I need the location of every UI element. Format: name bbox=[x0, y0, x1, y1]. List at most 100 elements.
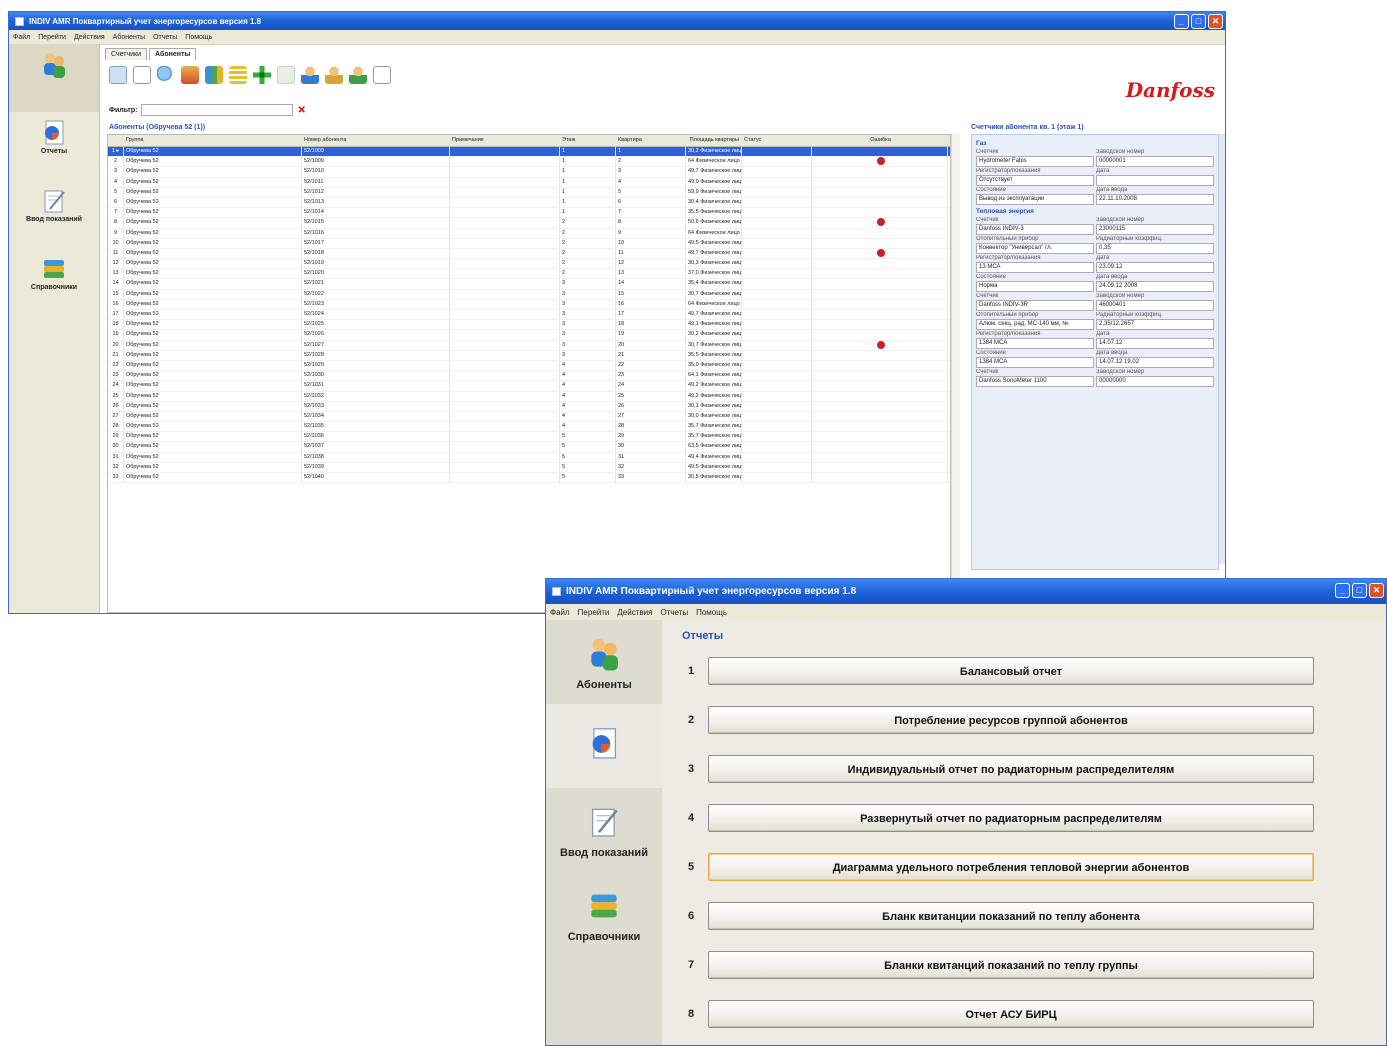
menu-help[interactable]: Помощь bbox=[696, 608, 727, 617]
table-row[interactable]: 2 Обручева 52 52/1009 1 2 64 Физическое лицо bbox=[108, 157, 950, 168]
table-row[interactable]: 10 Обручева 52 52/1017 2 10 49,5 Физическое л… bbox=[108, 238, 950, 249]
table-row[interactable]: 24 Обручева 52 52/1031 4 24 49,2 Физическое л… bbox=[108, 381, 950, 392]
sidebar-item-directories[interactable]: Справочники bbox=[546, 872, 662, 956]
close-button[interactable]: ✕ bbox=[1369, 583, 1384, 598]
minimize-button[interactable]: _ bbox=[1335, 583, 1350, 598]
asu-birc-report-button[interactable]: Отчет АСУ БИРЦ bbox=[708, 1000, 1314, 1028]
table-row[interactable]: 21 Обручева 52 52/1028 3 21 35,5 Физическое л… bbox=[108, 350, 950, 361]
field-value[interactable] bbox=[1096, 175, 1214, 186]
field-value[interactable]: 22.11.10.2008 bbox=[1096, 194, 1214, 205]
field-value[interactable]: Конвектор "Универсал" гл. bbox=[976, 243, 1094, 254]
table-row[interactable]: 30 Обручева 52 52/1037 5 30 63,5 Физическое л… bbox=[108, 442, 950, 453]
column-header[interactable]: Группа bbox=[124, 135, 302, 146]
field-value[interactable]: 46000401 bbox=[1096, 300, 1214, 311]
table-row[interactable]: 6 Обручева 52 52/1013 1 6 30,4 Физическое лиц… bbox=[108, 197, 950, 209]
sidebar-item-reports[interactable] bbox=[546, 704, 662, 788]
sidebar-item-directories[interactable]: Справочники bbox=[9, 248, 99, 316]
field-value[interactable]: Hydrometer Fabis bbox=[976, 156, 1094, 167]
table-row[interactable]: 11 Обручева 52 52/1018 2 11 49,7 Физическое л… bbox=[108, 248, 950, 260]
table-row[interactable]: 16 Обручева 52 52/1023 3 16 64 Физическое лиц… bbox=[108, 299, 950, 310]
table-row[interactable]: 27 Обручева 52 52/1034 4 27 30,0 Физическое л… bbox=[108, 411, 950, 423]
detailed-radiator-report-button[interactable]: Развернутый отчет по радиаторным распред… bbox=[708, 804, 1314, 832]
column-header[interactable]: Этаж bbox=[560, 135, 616, 146]
column-header[interactable]: Площадь квартиры bbox=[686, 135, 742, 146]
menu-go[interactable]: Перейти bbox=[38, 34, 66, 41]
table-row[interactable]: 32 Обручева 52 52/1039 5 32 49,5 Физическое л… bbox=[108, 462, 950, 473]
table-row[interactable]: 17 Обручева 52 52/1024 3 17 49,7 Физическое л… bbox=[108, 310, 950, 321]
sidebar-item-subscribers[interactable]: Абоненты bbox=[546, 620, 662, 704]
table-row[interactable]: 12 Обручева 52 52/1019 2 12 30,3 Физическое л… bbox=[108, 259, 950, 270]
document-icon[interactable] bbox=[133, 66, 151, 84]
heat-consumption-diagram-button[interactable]: Диаграмма удельного потребления тепловой… bbox=[708, 853, 1314, 881]
field-value[interactable]: Danfoss INDIV-3R bbox=[976, 300, 1094, 311]
menu-reports[interactable]: Отчеты bbox=[660, 608, 688, 617]
table-row[interactable]: 23 Обручева 52 52/1030 4 23 64,1 Физическое л… bbox=[108, 371, 950, 382]
field-value[interactable]: 14.07.12 19.02 bbox=[1096, 357, 1214, 368]
sidebar-item-subscribers[interactable] bbox=[9, 44, 99, 112]
field-value[interactable]: 24.09.12 2008 bbox=[1096, 281, 1214, 292]
menu-go[interactable]: Перейти bbox=[578, 608, 610, 617]
field-value[interactable]: 00000000 bbox=[1096, 376, 1214, 387]
sidebar-item-reports[interactable]: Отчеты bbox=[9, 112, 99, 180]
panel-scrollbar[interactable] bbox=[1219, 134, 1225, 564]
table-row[interactable]: 15 Обручева 52 52/1022 3 15 30,7 Физическое л… bbox=[108, 289, 950, 300]
table-row[interactable]: 4 Обручева 52 52/1011 1 4 49,0 Физическое лиц… bbox=[108, 177, 950, 188]
list-icon[interactable] bbox=[229, 66, 247, 84]
field-value[interactable]: 1384 МСА bbox=[976, 357, 1094, 368]
grid-icon[interactable] bbox=[277, 66, 295, 84]
bar-chart-icon[interactable] bbox=[205, 66, 223, 84]
field-value[interactable]: Норма bbox=[976, 281, 1094, 292]
table-row[interactable]: 1 ▸ Обручева 52 52/1009 1 1 30,2 Физическое л… bbox=[108, 147, 950, 158]
table-row[interactable]: 20 Обручева 52 52/1027 3 20 30,7 Физическое л… bbox=[108, 340, 950, 351]
table-row[interactable]: 26 Обручева 52 52/1033 4 26 30,1 Физическое л… bbox=[108, 401, 950, 412]
sidebar-item-readings[interactable]: Ввод показаний bbox=[546, 788, 662, 872]
user-chart-icon[interactable] bbox=[181, 66, 199, 84]
error-icon[interactable] bbox=[876, 218, 885, 227]
table-row[interactable]: 29 Обручева 52 52/1036 5 29 35,7 Физическое л… bbox=[108, 432, 950, 443]
field-value[interactable]: Danfoss SonoMeter 1100 bbox=[976, 376, 1094, 387]
search-icon[interactable] bbox=[157, 66, 175, 84]
error-icon[interactable] bbox=[876, 340, 885, 349]
field-value[interactable]: Вывод из эксплуатации bbox=[976, 194, 1094, 205]
add-icon[interactable] bbox=[253, 66, 271, 84]
menu-help[interactable]: Помощь bbox=[185, 34, 212, 41]
table-row[interactable]: 14 Обручева 52 52/1021 3 14 35,4 Физическое л… bbox=[108, 279, 950, 290]
table-row[interactable]: 22 Обручева 52 52/1029 4 22 35,0 Физическое л… bbox=[108, 360, 950, 372]
field-value[interactable]: Алюм. секц. рад. МС-140 мм, № bbox=[976, 319, 1094, 330]
group-receipts-button[interactable]: Бланки квитанций показаний по теплу груп… bbox=[708, 951, 1314, 979]
table-row[interactable]: 28 Обручева 52 52/1035 4 28 35,7 Физическое л… bbox=[108, 422, 950, 433]
sidebar-item-readings[interactable]: Ввод показаний bbox=[9, 180, 99, 248]
notepad-icon[interactable] bbox=[373, 66, 391, 84]
table-row[interactable]: 7 Обручева 52 52/1014 1 7 35,5 Физическое лиц… bbox=[108, 208, 950, 219]
field-value[interactable]: 1384 МСА bbox=[976, 338, 1094, 349]
edit-user-icon[interactable] bbox=[325, 66, 343, 84]
clear-filter-icon[interactable]: ✕ bbox=[297, 105, 305, 116]
table-row[interactable]: 5 Обручева 52 52/1012 1 5 59,9 Физическое лиц… bbox=[108, 187, 950, 198]
table-row[interactable]: 13 Обручева 52 52/1020 2 13 37,0 Физическое л… bbox=[108, 269, 950, 280]
maximize-button[interactable]: □ bbox=[1191, 14, 1206, 29]
column-header[interactable]: Номер абонента bbox=[302, 135, 450, 146]
close-button[interactable]: ✕ bbox=[1208, 14, 1223, 29]
menu-actions[interactable]: Действия bbox=[617, 608, 652, 617]
field-value[interactable]: Danfoss INDIV-3 bbox=[976, 224, 1094, 235]
field-value[interactable]: 00000001 bbox=[1096, 156, 1214, 167]
field-value[interactable]: 2,35/12,2657 bbox=[1096, 319, 1214, 330]
table-row[interactable]: 33 Обручева 52 52/1040 5 33 30,5 Физическое л… bbox=[108, 473, 950, 484]
column-header[interactable]: Квартира bbox=[616, 135, 686, 146]
group-consumption-report-button[interactable]: Потребление ресурсов группой абонентов bbox=[708, 706, 1314, 734]
table-row[interactable]: 3 Обручева 52 52/1010 1 3 49,7 Физическое лиц… bbox=[108, 167, 950, 178]
error-icon[interactable] bbox=[876, 248, 885, 257]
table-row[interactable]: 18 Обручева 52 52/1025 3 18 49,1 Физическое л… bbox=[108, 320, 950, 331]
maximize-button[interactable]: □ bbox=[1352, 583, 1367, 598]
menu-file[interactable]: Файл bbox=[550, 608, 570, 617]
tab-subscribers[interactable]: Абоненты bbox=[149, 48, 197, 60]
edit-doc-icon[interactable] bbox=[109, 66, 127, 84]
menu-reports[interactable]: Отчеты bbox=[153, 34, 177, 41]
column-header[interactable] bbox=[108, 135, 124, 146]
column-header[interactable]: Примечание bbox=[450, 135, 560, 146]
menu-subscribers[interactable]: Абоненты bbox=[113, 34, 145, 41]
table-row[interactable]: 19 Обручева 52 52/1026 3 19 30,2 Физическое л… bbox=[108, 330, 950, 341]
field-value[interactable]: 0,35 bbox=[1096, 243, 1214, 254]
field-value[interactable]: Отсутствует bbox=[976, 175, 1094, 186]
table-row[interactable]: 31 Обручева 52 52/1038 5 31 49,4 Физическое л… bbox=[108, 452, 950, 463]
